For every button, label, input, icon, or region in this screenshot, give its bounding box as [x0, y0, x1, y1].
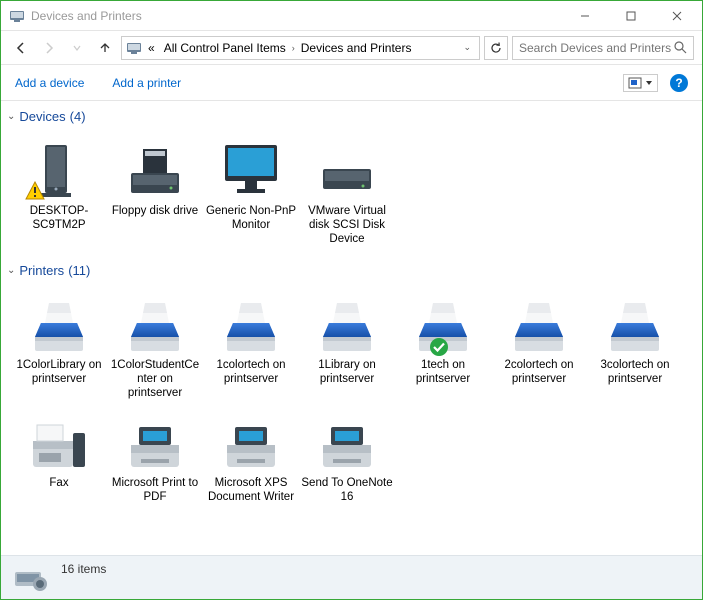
item-icon	[407, 291, 479, 355]
device-item[interactable]: Send To OneNote 16	[299, 405, 395, 509]
item-icon	[23, 409, 95, 473]
item-icon	[23, 137, 95, 201]
status-text: 16 items	[61, 562, 106, 576]
warning-icon	[25, 181, 45, 201]
device-item[interactable]: DESKTOP-SC9TM2P	[11, 133, 107, 250]
address-icon	[126, 40, 142, 56]
nav-row: « All Control Panel Items › Devices and …	[1, 31, 702, 65]
view-icon	[628, 77, 642, 89]
item-label: 1ColorStudentCenter on printserver	[109, 359, 201, 400]
item-label: Generic Non-PnP Monitor	[205, 205, 297, 233]
command-bar: Add a device Add a printer ?	[1, 65, 702, 101]
breadcrumb-item[interactable]: All Control Panel Items	[161, 39, 289, 57]
chevron-down-icon: ⌄	[7, 111, 15, 122]
device-item[interactable]: Microsoft XPS Document Writer	[203, 405, 299, 509]
minimize-button[interactable]	[562, 1, 608, 31]
status-bar: 16 items	[1, 555, 702, 599]
recent-locations-button[interactable]	[65, 36, 89, 60]
item-icon	[119, 409, 191, 473]
item-icon	[23, 291, 95, 355]
refresh-button[interactable]	[484, 36, 508, 60]
breadcrumb-ellipsis[interactable]: «	[145, 39, 158, 57]
item-label: 2colortech on printserver	[493, 359, 585, 387]
item-label: DESKTOP-SC9TM2P	[13, 205, 105, 233]
item-label: 1colortech on printserver	[205, 359, 297, 387]
search-box[interactable]	[512, 36, 694, 60]
device-item[interactable]: 1ColorStudentCenter on printserver	[107, 287, 203, 404]
item-icon	[311, 409, 383, 473]
group-grid: DESKTOP-SC9TM2P Floppy disk drive Generi…	[7, 127, 696, 260]
device-item[interactable]: Generic Non-PnP Monitor	[203, 133, 299, 250]
device-item[interactable]: 1colortech on printserver	[203, 287, 299, 404]
item-icon	[599, 291, 671, 355]
device-item[interactable]: VMware Virtual disk SCSI Disk Device	[299, 133, 395, 250]
chevron-down-icon: ⌄	[7, 265, 15, 276]
group-name: Printers	[19, 263, 64, 278]
search-input[interactable]	[519, 41, 674, 55]
up-button[interactable]	[93, 36, 117, 60]
item-icon	[503, 291, 575, 355]
item-label: Send To OneNote 16	[301, 477, 393, 505]
help-button[interactable]: ?	[670, 74, 688, 92]
titlebar: Devices and Printers	[1, 1, 702, 31]
group-count: (4)	[70, 109, 86, 124]
item-icon	[119, 291, 191, 355]
device-item[interactable]: Microsoft Print to PDF	[107, 405, 203, 509]
device-item[interactable]: Floppy disk drive	[107, 133, 203, 250]
item-icon	[119, 137, 191, 201]
address-dropdown-button[interactable]: ⌄	[459, 42, 475, 53]
maximize-button[interactable]	[608, 1, 654, 31]
breadcrumb-sep-icon: ›	[292, 43, 295, 53]
item-icon	[215, 291, 287, 355]
forward-button[interactable]	[37, 36, 61, 60]
device-item[interactable]: Fax	[11, 405, 107, 509]
add-device-button[interactable]: Add a device	[15, 76, 84, 90]
breadcrumb-item[interactable]: Devices and Printers	[298, 39, 415, 57]
item-label: VMware Virtual disk SCSI Disk Device	[301, 205, 393, 246]
item-label: Fax	[49, 477, 68, 491]
item-label: Floppy disk drive	[112, 205, 198, 219]
item-label: Microsoft XPS Document Writer	[205, 477, 297, 505]
device-item[interactable]: 2colortech on printserver	[491, 287, 587, 404]
back-button[interactable]	[9, 36, 33, 60]
chevron-down-icon	[645, 79, 653, 87]
add-printer-button[interactable]: Add a printer	[112, 76, 181, 90]
item-icon	[311, 137, 383, 201]
item-icon	[215, 409, 287, 473]
status-icon	[13, 562, 49, 594]
address-bar[interactable]: « All Control Panel Items › Devices and …	[121, 36, 480, 60]
device-item[interactable]: 1ColorLibrary on printserver	[11, 287, 107, 404]
device-item[interactable]: 1tech on printserver	[395, 287, 491, 404]
item-icon	[215, 137, 287, 201]
device-item[interactable]: 3colortech on printserver	[587, 287, 683, 404]
group-header[interactable]: ⌄ Devices (4)	[7, 106, 696, 127]
group-header[interactable]: ⌄ Printers (11)	[7, 260, 696, 281]
item-icon	[311, 291, 383, 355]
item-label: Microsoft Print to PDF	[109, 477, 201, 505]
default-check-icon	[429, 337, 449, 357]
item-label: 1tech on printserver	[397, 359, 489, 387]
window-icon	[9, 8, 25, 24]
content-pane: ⌄ Devices (4) DESKTOP-SC9TM2P Floppy dis…	[1, 102, 702, 555]
item-label: 1Library on printserver	[301, 359, 393, 387]
device-item[interactable]: 1Library on printserver	[299, 287, 395, 404]
item-label: 3colortech on printserver	[589, 359, 681, 387]
group-name: Devices	[19, 109, 65, 124]
close-button[interactable]	[654, 1, 700, 31]
item-label: 1ColorLibrary on printserver	[13, 359, 105, 387]
window-title: Devices and Printers	[31, 9, 562, 23]
search-icon[interactable]	[674, 41, 687, 54]
group-count: (11)	[68, 263, 90, 278]
group-grid: 1ColorLibrary on printserver 1ColorStude…	[7, 281, 696, 518]
view-options-button[interactable]	[623, 74, 658, 92]
